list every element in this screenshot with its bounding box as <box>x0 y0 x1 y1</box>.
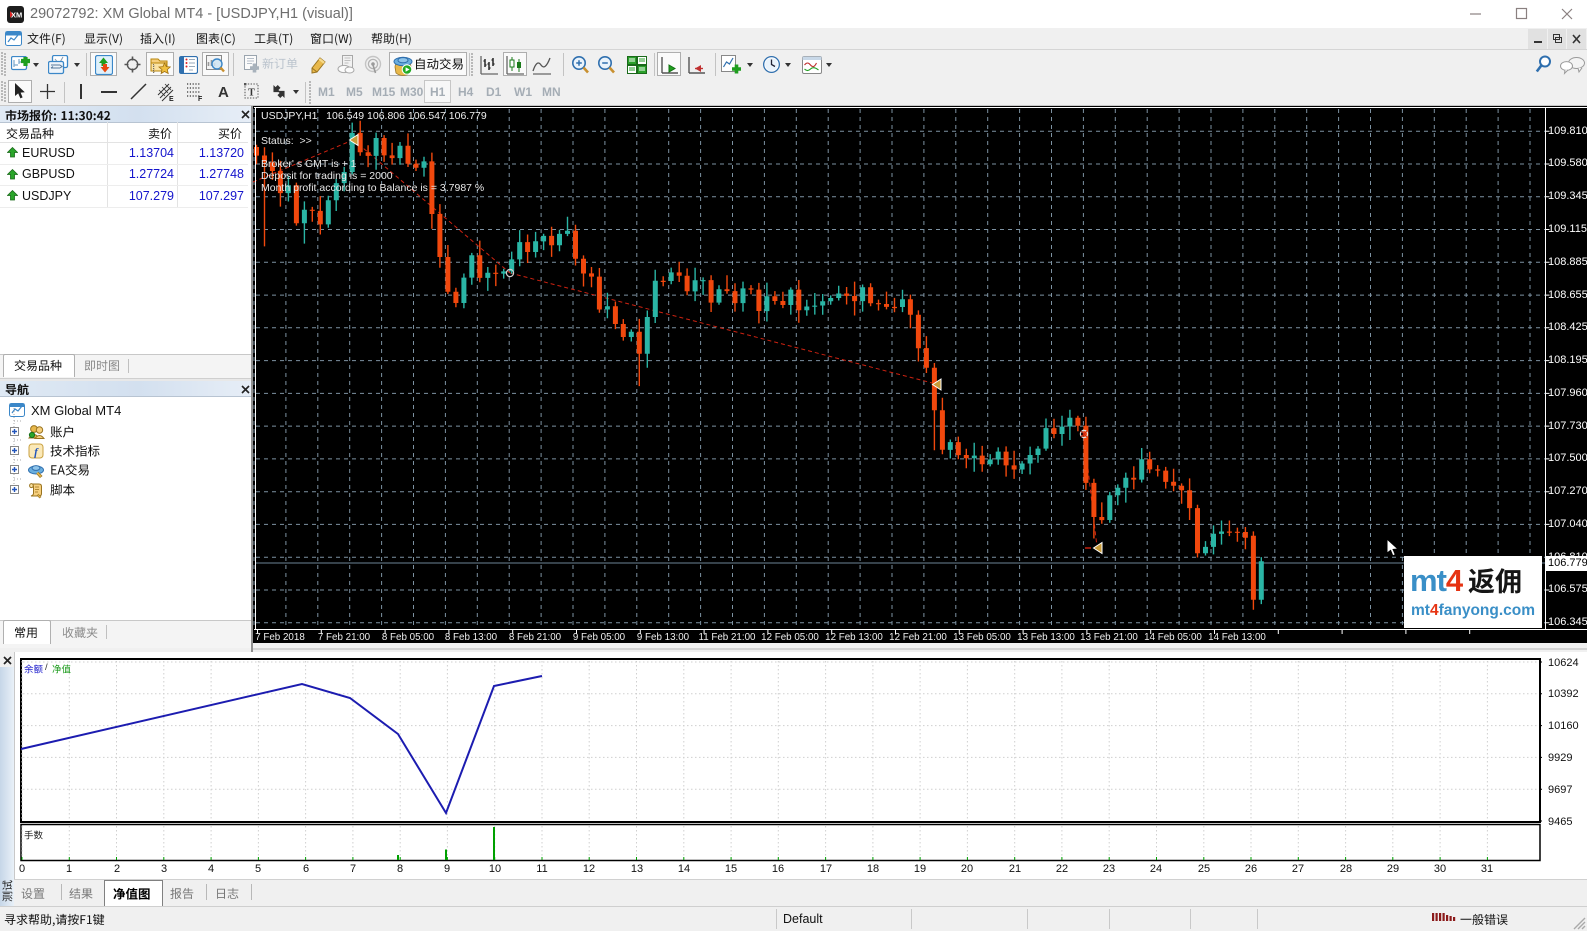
svg-text:E: E <box>169 96 174 102</box>
svg-text:F: F <box>198 96 203 102</box>
svg-text:XM: XM <box>11 11 22 20</box>
svg-text:T: T <box>248 88 255 99</box>
